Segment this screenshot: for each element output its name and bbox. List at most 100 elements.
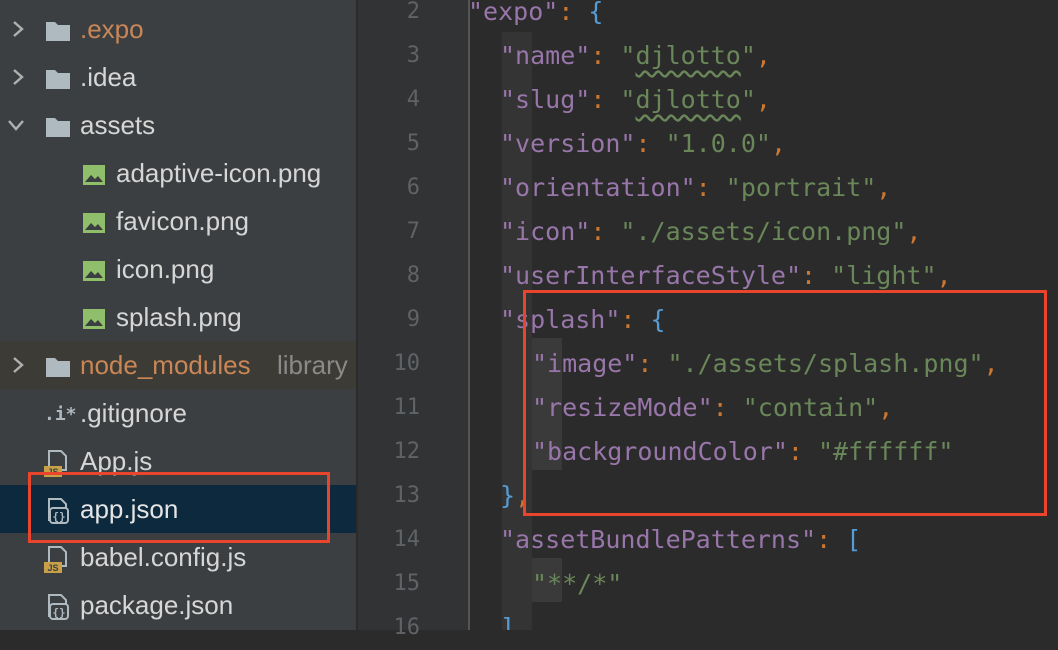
code-line[interactable]: "icon": "./assets/icon.png", — [500, 210, 921, 254]
folder-icon — [44, 113, 72, 141]
json-string: "1.0.0" — [665, 129, 771, 158]
code-line[interactable]: ] — [500, 606, 515, 630]
line-number-gutter: 2 3 4 5 6 7 8 9 10 11 12 13 14 15 16 — [358, 0, 468, 640]
tree-item-label: node_modules — [80, 350, 251, 380]
tree-item-splash[interactable]: splash.png — [0, 293, 356, 341]
tree-item-label: package.json — [80, 590, 234, 620]
code-line[interactable]: "name": "djlotto", — [500, 34, 771, 78]
json-punctuation: { — [588, 0, 604, 26]
image-file-icon — [80, 305, 108, 333]
svg-text:JS: JS — [47, 563, 58, 573]
code-line[interactable]: "version": "1.0.0", — [500, 122, 786, 166]
line-number: 13 — [393, 483, 421, 508]
line-number: 2 — [406, 0, 420, 24]
tree-item-icon[interactable]: icon.png — [0, 245, 356, 293]
code-line[interactable]: "slug": "djlotto", — [500, 78, 771, 122]
json-punctuation: , — [906, 217, 922, 246]
line-number: 16 — [393, 615, 421, 640]
json-string: " — [620, 41, 636, 70]
json-punctuation: : — [590, 41, 621, 70]
json-key: "userInterfaceStyle" — [500, 261, 802, 290]
folder-icon — [44, 17, 72, 45]
json-string: "portrait" — [725, 173, 877, 202]
json-punctuation: : — [590, 217, 621, 246]
tree-item-label: adaptive-icon.png — [116, 158, 322, 188]
line-number: 10 — [393, 351, 421, 376]
json-punctuation: : — [635, 129, 666, 158]
json-string: "**/*" — [532, 569, 623, 598]
folder-icon — [44, 65, 72, 93]
tree-item-node-modules[interactable]: node_modules library — [0, 341, 356, 389]
json-key: "expo" — [470, 0, 559, 26]
tree-item-label: splash.png — [116, 302, 242, 332]
tree-item-adaptive-icon[interactable]: adaptive-icon.png — [0, 149, 356, 197]
json-file-icon: {} — [44, 593, 72, 621]
tree-item-label: .idea — [80, 62, 137, 92]
code-line[interactable]: "orientation": "portrait", — [500, 166, 891, 210]
json-punctuation: : — [816, 525, 847, 554]
json-punctuation: : — [590, 85, 621, 114]
chevron-right-icon[interactable] — [8, 355, 28, 375]
code-line[interactable]: "expo": { — [470, 0, 603, 34]
json-key: "version" — [500, 129, 636, 158]
image-file-icon — [80, 161, 108, 189]
tree-item-idea[interactable]: .idea — [0, 53, 356, 101]
json-punctuation: ] — [500, 613, 516, 630]
json-string: " — [620, 85, 636, 114]
json-punctuation: , — [755, 41, 771, 70]
json-punctuation: } — [500, 481, 516, 510]
library-tag: library — [277, 350, 348, 380]
chevron-down-icon[interactable] — [6, 115, 26, 135]
folder-icon — [44, 353, 72, 381]
json-string: " — [740, 85, 756, 114]
line-number: 6 — [406, 175, 420, 200]
json-key: "assetBundlePatterns" — [500, 525, 817, 554]
json-string: "light" — [831, 261, 937, 290]
code-line[interactable]: "assetBundlePatterns": [ — [500, 518, 861, 562]
ignore-file-icon: .i* — [44, 404, 77, 425]
tree-item-gitignore[interactable]: .i* .gitignore — [0, 389, 356, 437]
chevron-right-icon[interactable] — [8, 19, 28, 39]
json-string: "./assets/icon.png" — [620, 217, 907, 246]
line-number: 11 — [393, 395, 421, 420]
svg-text:{}: {} — [52, 606, 65, 619]
json-punctuation: , — [755, 85, 771, 114]
tree-item-expo[interactable]: .expo — [0, 5, 356, 53]
json-punctuation: [ — [846, 525, 862, 554]
json-punctuation: , — [876, 173, 892, 202]
json-punctuation: , — [936, 261, 952, 290]
tree-item-assets[interactable]: assets — [0, 101, 356, 149]
line-number: 5 — [406, 131, 420, 156]
json-punctuation: : — [801, 261, 832, 290]
image-file-icon — [80, 257, 108, 285]
line-number: 3 — [406, 43, 420, 68]
line-number: 4 — [406, 87, 420, 112]
json-string: " — [740, 41, 756, 70]
line-number: 9 — [406, 307, 420, 332]
line-number: 15 — [393, 571, 421, 596]
tree-item-favicon[interactable]: favicon.png — [0, 197, 356, 245]
tree-item-label: .expo — [80, 14, 144, 44]
tree-item-package-json[interactable]: {} package.json — [0, 581, 356, 629]
tree-item-label: favicon.png — [116, 206, 249, 236]
line-number: 14 — [393, 527, 421, 552]
tree-item-label: assets — [80, 110, 156, 140]
json-string: djlotto — [635, 41, 741, 70]
line-number: 8 — [406, 263, 420, 288]
json-key: "icon" — [500, 217, 591, 246]
app-json-highlight-box — [28, 472, 330, 543]
line-number: 7 — [406, 219, 420, 244]
chevron-right-icon[interactable] — [8, 67, 28, 87]
json-key: "orientation" — [500, 173, 696, 202]
js-file-icon: JS — [44, 545, 72, 573]
tree-item-label: icon.png — [116, 254, 215, 284]
json-punctuation: : — [695, 173, 726, 202]
json-punctuation: : — [558, 0, 589, 26]
image-file-icon — [80, 209, 108, 237]
json-key: "slug" — [500, 85, 591, 114]
json-key: "name" — [500, 41, 591, 70]
json-punctuation: , — [770, 129, 786, 158]
code-line[interactable]: "**/*" — [532, 562, 622, 606]
tree-item-label: .gitignore — [80, 398, 187, 428]
line-number: 12 — [393, 439, 421, 464]
